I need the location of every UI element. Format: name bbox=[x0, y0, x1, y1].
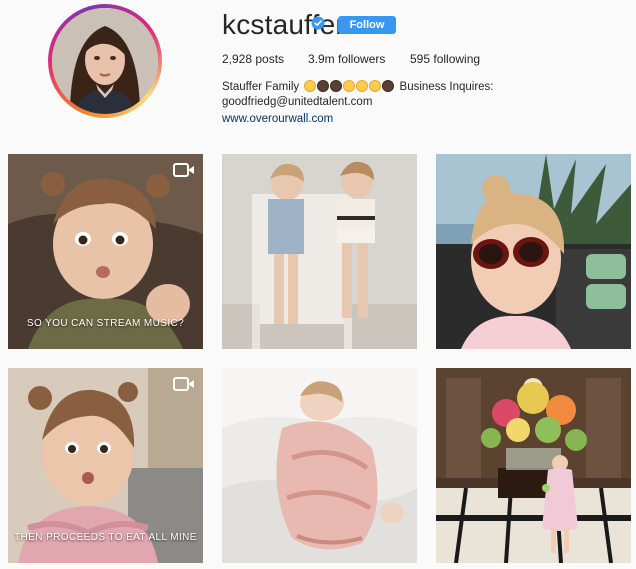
profile-avatar-ring[interactable] bbox=[48, 4, 162, 118]
profile-username: kcstauffer bbox=[222, 9, 345, 40]
bio-family-name: Stauffer Family bbox=[222, 81, 300, 93]
post-thumbnail[interactable] bbox=[222, 154, 417, 349]
followers-count-link[interactable]: 3.9m followers bbox=[308, 52, 385, 66]
posts-count: 2,928 posts bbox=[222, 52, 285, 66]
bio-business-label: Business Inquires: bbox=[399, 81, 494, 93]
post-caption: THEN PROCEEDS TO EAT ALL MINE bbox=[14, 532, 197, 543]
follow-button[interactable]: Follow bbox=[338, 16, 396, 34]
post-thumbnail[interactable] bbox=[436, 154, 631, 349]
video-icon bbox=[173, 377, 194, 391]
following-count-link[interactable]: 595 following bbox=[410, 52, 480, 66]
verified-badge-icon bbox=[311, 16, 325, 30]
family-emoji-icons bbox=[304, 80, 395, 92]
post-thumbnail[interactable]: SO YOU CAN STREAM MUSIC? bbox=[8, 154, 203, 349]
profile-bio: Stauffer Family Business Inquires: goodf… bbox=[222, 80, 512, 127]
video-icon bbox=[173, 163, 194, 177]
bio-line-1: Stauffer Family Business Inquires: bbox=[222, 80, 512, 95]
post-thumbnail[interactable] bbox=[436, 368, 631, 563]
website-link[interactable]: www.overourwall.com bbox=[222, 112, 512, 127]
bio-email: goodfriedg@unitedtalent.com bbox=[222, 96, 373, 108]
post-caption: SO YOU CAN STREAM MUSIC? bbox=[26, 318, 185, 329]
profile-avatar[interactable] bbox=[52, 8, 158, 114]
post-thumbnail[interactable] bbox=[222, 368, 417, 563]
post-thumbnail[interactable]: THEN PROCEEDS TO EAT ALL MINE bbox=[8, 368, 203, 563]
